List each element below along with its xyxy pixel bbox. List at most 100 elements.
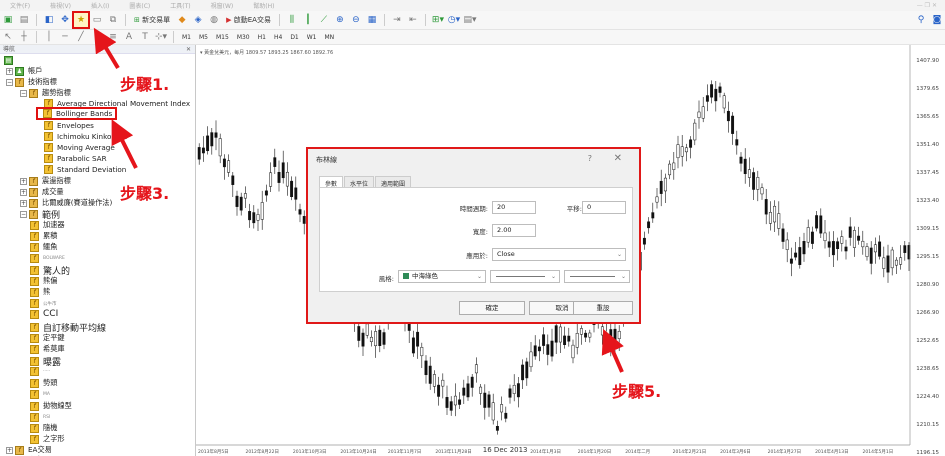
tree-item-oscillators[interactable]: + f 震盪指標 — [20, 176, 71, 186]
tree-item-indicators[interactable]: − f 技術指標 — [6, 77, 57, 87]
line-chart-icon[interactable]: ⟋ — [317, 13, 331, 27]
menu-window[interactable]: 視窗(W) — [201, 1, 244, 10]
tree-item-trend[interactable]: − f 趨勢指標 — [20, 88, 71, 98]
tree-item-standard-deviation[interactable]: f Standard Deviation — [44, 165, 126, 174]
line-width-select[interactable]: ⌄ — [564, 270, 630, 283]
metaeditor-icon[interactable]: ◆ — [175, 13, 189, 27]
tree-item-cci[interactable]: f CCI — [30, 309, 58, 319]
ok-button[interactable]: 確定 — [459, 301, 525, 315]
tree-item-bear[interactable]: f熊 — [30, 287, 50, 297]
fibonacci-icon[interactable]: ≡ — [106, 30, 120, 44]
crosshair-icon[interactable]: ┼ — [17, 30, 31, 44]
tree-item-ichimoku[interactable]: f Ichimoku Kinko Hyo — [44, 132, 128, 141]
zoom-in-icon[interactable]: ⊕ — [333, 13, 347, 27]
tree-item-alligator[interactable]: f 鱷魚 — [30, 242, 57, 252]
tree-item-unnamed[interactable]: f ····· — [30, 367, 50, 376]
tree-item-stochastic[interactable]: f 隨機 — [30, 423, 57, 433]
help-icon[interactable]: ? — [588, 154, 592, 163]
timeframe-m1[interactable]: M1 — [178, 34, 195, 41]
timeframe-h1[interactable]: H1 — [254, 34, 270, 41]
tree-item-bolware[interactable]: f BOLWARE — [30, 254, 65, 263]
tree-item-bill-williams[interactable]: + f 比爾威廉(賽道操作法) — [20, 198, 112, 208]
tree-item-momentum[interactable]: f 勢頭 — [30, 378, 57, 388]
tree-item-bears[interactable]: f 熊偏 — [30, 276, 57, 286]
menu-file[interactable]: 文件(F) — [0, 1, 40, 10]
standard-toolbar: ▣ ▤ ◧ ✥ ★ ▭ ⧉ ⊞ 新交易單 ◆ ◈ ◍ ▶ 啟動EA交易 ⫼ ┃ … — [0, 11, 945, 30]
tree-item-parabolic-sar[interactable]: f Parabolic SAR — [44, 154, 107, 163]
algo-trading-button[interactable]: ▶ 啟動EA交易 — [223, 13, 274, 27]
tree-item-accelerator[interactable]: f 加速器 — [30, 220, 65, 230]
horizontal-line-icon[interactable]: ─ — [58, 30, 72, 44]
trendline-icon[interactable]: ╱ — [74, 30, 88, 44]
market-watch-icon[interactable]: ◧ — [42, 13, 56, 27]
line-style-select[interactable]: ⌄ — [490, 270, 560, 283]
price-tick-label: 1407.90 — [916, 58, 939, 64]
chart-shift-icon[interactable]: ⇤ — [406, 13, 420, 27]
tree-item-volumes[interactable]: + f 成交量 — [20, 187, 64, 197]
auto-scroll-icon[interactable]: ⇥ — [390, 13, 404, 27]
tree-item-moving-average[interactable]: f Moving Average — [44, 143, 115, 152]
timeframe-m15[interactable]: M15 — [212, 34, 233, 41]
color-select[interactable]: 中海綠色 ⌄ — [398, 270, 486, 283]
search-icon[interactable]: ⚲ — [914, 13, 928, 27]
menu-insert[interactable]: 插入(I) — [81, 1, 119, 10]
tree-item-zigzag[interactable]: f 之字形 — [30, 434, 65, 444]
close-icon[interactable]: ✕ — [614, 153, 622, 164]
shapes-icon[interactable]: ⊹▾ — [154, 30, 168, 44]
tree-item-heiken[interactable]: f 定平鍵 — [30, 333, 65, 343]
new-chart-icon[interactable]: ▣ — [1, 13, 15, 27]
periods-menu-icon[interactable]: ◷▾ — [447, 13, 461, 27]
tree-item-expert-advisors[interactable]: + f EA交易 — [6, 445, 52, 455]
cursor-icon[interactable]: ↖ — [1, 30, 15, 44]
signals-icon[interactable]: ◈ — [191, 13, 205, 27]
timeframe-h4[interactable]: H4 — [270, 34, 286, 41]
tree-item-accounts[interactable]: + ♟ 帳戶 — [6, 66, 42, 76]
timeframe-d1[interactable]: D1 — [286, 34, 302, 41]
tree-item-bollinger-bands[interactable]: f Bollinger Bands — [35, 107, 118, 120]
candlestick-icon[interactable]: ┃ — [301, 13, 315, 27]
data-window-icon[interactable]: ✥ — [58, 13, 72, 27]
strategy-tester-icon[interactable]: ⧉ — [106, 13, 120, 27]
tree-item-envelopes[interactable]: f Envelopes — [44, 121, 94, 130]
indicators-menu-icon[interactable]: ⊞▾ — [431, 13, 445, 27]
text-icon[interactable]: A — [122, 30, 136, 44]
menu-help[interactable]: 幫助(H) — [243, 1, 284, 10]
tree-item-rsi[interactable]: f RSI — [30, 413, 50, 422]
vertical-line-icon[interactable]: │ — [42, 30, 56, 44]
bar-chart-icon[interactable]: ⫼ — [285, 13, 299, 27]
shift-input[interactable]: 0 — [582, 201, 626, 214]
tree-item-parabolic[interactable]: f 拋物線型 — [30, 401, 72, 411]
timeframe-m30[interactable]: M30 — [233, 34, 254, 41]
navigator-root[interactable]: ▤ — [4, 56, 17, 65]
date-tick-label: 2013年10月24日 — [340, 450, 377, 455]
navigator-icon[interactable]: ★ — [72, 11, 90, 29]
menu-chart[interactable]: 圖表(C) — [119, 1, 160, 10]
new-order-button[interactable]: ⊞ 新交易單 — [131, 13, 173, 27]
zoom-out-icon[interactable]: ⊖ — [349, 13, 363, 27]
templates-menu-icon[interactable]: ▤▾ — [463, 13, 477, 27]
window-controls[interactable]: — ❐ ✕ — [917, 2, 945, 9]
tree-item-ichimoku-example[interactable]: f 希莫庫 — [30, 344, 65, 354]
profiles-icon[interactable]: ▤ — [17, 13, 31, 27]
timeframe-w1[interactable]: W1 — [303, 34, 321, 41]
timeframe-mn[interactable]: MN — [321, 34, 339, 41]
reset-button[interactable]: 重設 — [573, 301, 633, 315]
tree-item-ma[interactable]: f MA — [30, 390, 50, 399]
channel-icon[interactable]: ⫽ — [90, 30, 104, 44]
deviation-input[interactable]: 2.00 — [492, 224, 536, 237]
apply-to-select[interactable]: Close ⌄ — [492, 248, 626, 261]
menu-tools[interactable]: 工具(T) — [160, 1, 200, 10]
market-icon[interactable]: ◍ — [207, 13, 221, 27]
candle-body — [256, 214, 260, 221]
tree-item-accumulation[interactable]: f 累積 — [30, 231, 57, 241]
tree-item-bulls[interactable]: f 公牛市 — [30, 299, 57, 308]
terminal-icon[interactable]: ▭ — [90, 13, 104, 27]
period-input[interactable]: 20 — [492, 201, 536, 214]
timeframe-m5[interactable]: M5 — [195, 34, 212, 41]
chat-icon[interactable]: ◙ — [930, 13, 944, 27]
tree-item-adx[interactable]: f Average Directional Movement Index — [44, 99, 190, 108]
tile-windows-icon[interactable]: ▦ — [365, 13, 379, 27]
label-icon[interactable]: T — [138, 30, 152, 44]
menu-view[interactable]: 檢視(V) — [40, 1, 81, 10]
navigator-close-icon[interactable]: ✕ — [186, 45, 195, 53]
